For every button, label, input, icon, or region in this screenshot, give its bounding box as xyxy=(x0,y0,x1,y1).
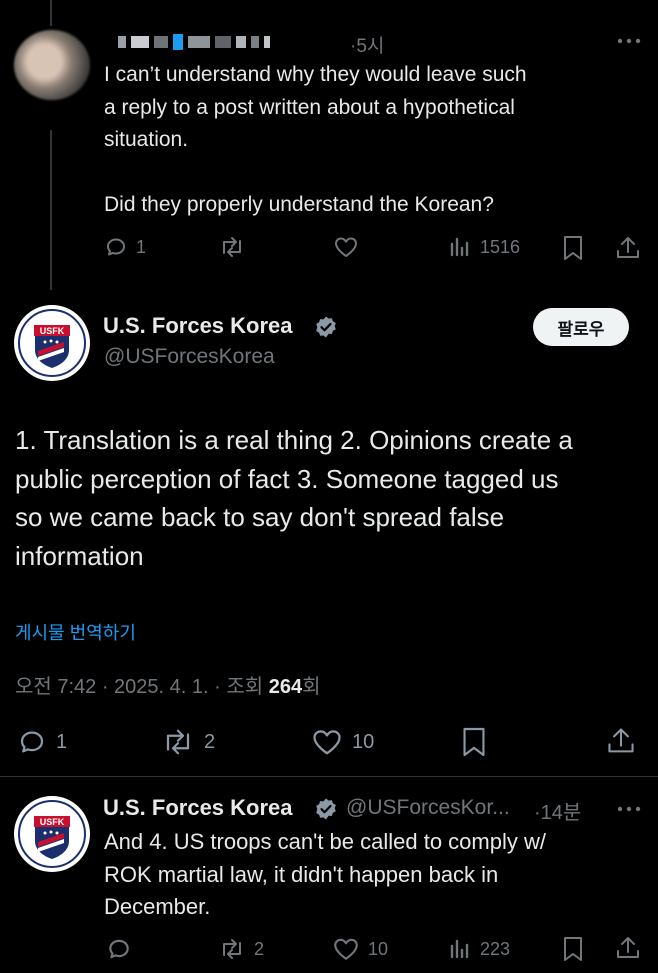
handle[interactable]: @USForcesKorea xyxy=(104,345,275,369)
repost-icon xyxy=(160,727,196,757)
tweet-text: 1. Translation is a real thing 2. Opinio… xyxy=(15,425,573,571)
avatar[interactable] xyxy=(14,30,90,100)
heart-icon xyxy=(332,936,360,962)
repost-button[interactable]: 2 xyxy=(160,727,215,757)
heart-icon xyxy=(310,727,344,757)
verified-icon xyxy=(314,797,338,821)
like-button[interactable] xyxy=(333,235,359,259)
thread-line xyxy=(50,130,52,290)
reply-icon xyxy=(104,235,128,259)
usfk-logo: USFK xyxy=(15,306,89,380)
tweet-time: ·14분 xyxy=(534,802,582,824)
views-button[interactable]: 223 xyxy=(448,936,510,962)
like-button[interactable]: 10 xyxy=(310,727,374,757)
repost-button[interactable] xyxy=(218,235,246,259)
tweet-meta: 오전 7:42 · 2025. 4. 1. · 조회 264회 xyxy=(15,670,321,699)
tweet-text: And 4. US troops can't be called to comp… xyxy=(104,829,546,919)
more-icon[interactable] xyxy=(617,38,641,44)
views-button[interactable]: 1516 xyxy=(448,235,520,259)
tweet-time: ·5시 xyxy=(350,36,385,57)
bookmark-button[interactable] xyxy=(461,726,487,758)
meta-prefix: 오전 7:42 · 2025. 4. 1. · 조회 xyxy=(15,676,269,698)
avatar[interactable]: USFK xyxy=(14,796,90,872)
reply-count: 1 xyxy=(56,730,68,753)
share-button[interactable] xyxy=(606,726,636,756)
logo-text: USFK xyxy=(40,817,65,827)
meta-views: 264 xyxy=(268,676,303,698)
repost-icon xyxy=(218,936,246,962)
handle[interactable]: @USForcesKor... xyxy=(346,796,510,820)
display-name[interactable]: U.S. Forces Korea xyxy=(103,313,293,339)
views-count: 1516 xyxy=(480,236,521,257)
translate-link[interactable]: 게시물 번역하기 xyxy=(15,619,136,645)
more-icon[interactable] xyxy=(617,806,641,812)
views-icon xyxy=(448,235,472,259)
like-button[interactable]: 10 xyxy=(332,936,388,962)
reply-button[interactable] xyxy=(106,936,132,962)
repost-button[interactable]: 2 xyxy=(218,936,264,962)
tweet-text: I can’t understand why they would leave … xyxy=(104,63,527,216)
follow-button[interactable]: 팔로우 xyxy=(533,308,629,346)
reply-button[interactable]: 1 xyxy=(16,727,67,757)
usfk-logo: USFK xyxy=(15,797,89,871)
repost-count: 2 xyxy=(254,938,265,959)
logo-text: USFK xyxy=(40,326,65,336)
share-button[interactable] xyxy=(615,235,641,261)
display-name[interactable]: U.S. Forces Korea xyxy=(103,795,293,821)
like-count: 10 xyxy=(368,938,389,959)
meta-suffix: 회 xyxy=(302,676,321,698)
share-button[interactable] xyxy=(615,935,641,961)
reply-icon xyxy=(16,727,48,757)
thread-line xyxy=(50,0,52,26)
reply-button[interactable]: 1 xyxy=(104,235,146,259)
bookmark-button[interactable] xyxy=(562,235,584,261)
like-count: 10 xyxy=(352,730,375,753)
repost-count: 2 xyxy=(204,730,216,753)
redacted-username xyxy=(118,33,275,51)
avatar[interactable]: USFK xyxy=(14,305,90,381)
divider xyxy=(0,776,658,777)
views-icon xyxy=(448,936,472,962)
bookmark-button[interactable] xyxy=(562,936,584,962)
views-count: 223 xyxy=(480,938,511,959)
reply-count: 1 xyxy=(136,236,147,257)
verified-icon xyxy=(314,315,338,339)
